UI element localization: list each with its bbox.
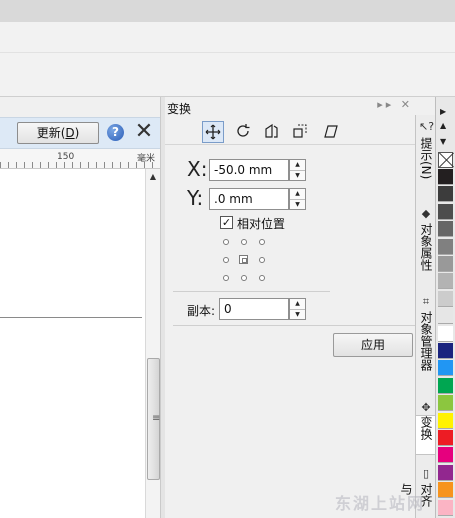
object-manager-icon: ⌗ bbox=[422, 295, 430, 308]
color-swatch[interactable] bbox=[438, 308, 453, 325]
drawing-canvas[interactable] bbox=[0, 169, 145, 518]
anchor-center[interactable] bbox=[239, 255, 248, 264]
object-properties-icon: ◆ bbox=[421, 207, 431, 220]
title-bar bbox=[0, 0, 455, 22]
anchor-top-center[interactable] bbox=[241, 239, 247, 245]
ruler-ticks bbox=[0, 162, 160, 168]
tab-hints[interactable]: 提示(N) bbox=[416, 137, 436, 199]
anchor-bottom-center[interactable] bbox=[241, 275, 247, 281]
y-axis-label: Y: bbox=[187, 186, 204, 210]
anchor-middle-left[interactable] bbox=[223, 257, 229, 263]
color-swatch[interactable] bbox=[438, 343, 453, 359]
rotate-icon[interactable] bbox=[232, 121, 254, 143]
color-swatch[interactable] bbox=[438, 273, 453, 290]
relative-position-label: 相对位置 bbox=[237, 217, 286, 231]
docker-window-controls[interactable]: ▸▸ ✕ bbox=[377, 98, 413, 111]
close-icon[interactable]: ✕ bbox=[133, 120, 155, 144]
copies-input[interactable]: 0 bbox=[219, 298, 289, 320]
horizontal-ruler[interactable] bbox=[0, 149, 160, 169]
copies-spin-down-icon[interactable]: ▼ bbox=[290, 309, 305, 319]
color-swatch[interactable] bbox=[438, 325, 453, 342]
color-swatch[interactable] bbox=[438, 395, 453, 412]
color-swatch[interactable] bbox=[438, 499, 453, 516]
color-swatch[interactable] bbox=[438, 482, 453, 499]
position-icon[interactable] bbox=[202, 121, 224, 143]
x-axis-label: X: bbox=[187, 157, 208, 181]
color-swatch[interactable] bbox=[438, 203, 453, 220]
x-spin-up-icon[interactable]: ▲ bbox=[290, 160, 305, 170]
y-spinner[interactable]: ▲ ▼ bbox=[289, 188, 306, 210]
update-button-label: 更新( bbox=[36, 126, 66, 140]
color-swatch[interactable] bbox=[438, 377, 453, 394]
update-button-accesskey: D bbox=[65, 126, 75, 140]
scroll-up-arrow-icon[interactable]: ▲ bbox=[147, 171, 159, 183]
docker-title: 变换 bbox=[167, 102, 192, 116]
skew-icon[interactable] bbox=[320, 121, 342, 143]
copies-spin-up-icon[interactable]: ▲ bbox=[290, 299, 305, 309]
color-palette: ▶ ▲ ▼ bbox=[435, 97, 455, 518]
relative-position-checkbox[interactable]: ✓ bbox=[220, 216, 233, 229]
anchor-bottom-left[interactable] bbox=[223, 275, 229, 281]
tab-object-manager[interactable]: 对象管理器 bbox=[416, 311, 436, 385]
update-button[interactable]: 更新(D) bbox=[17, 122, 99, 144]
tab-transform[interactable]: 变换 bbox=[416, 415, 436, 455]
tab-object-properties[interactable]: 对象属性 bbox=[416, 223, 436, 283]
apply-button[interactable]: 应用 bbox=[333, 333, 413, 357]
align-icon: ▯ bbox=[422, 467, 430, 480]
color-swatch[interactable] bbox=[438, 290, 453, 307]
color-swatch[interactable] bbox=[438, 360, 453, 377]
color-swatch[interactable] bbox=[438, 169, 453, 185]
color-swatch[interactable] bbox=[438, 238, 453, 255]
no-color-swatch[interactable] bbox=[438, 152, 453, 168]
copies-label: 副本: bbox=[187, 304, 216, 318]
x-position-input[interactable]: -50.0 mm bbox=[209, 159, 289, 181]
color-swatch[interactable] bbox=[438, 256, 453, 272]
scale-mirror-icon[interactable] bbox=[260, 121, 282, 143]
help-icon[interactable]: ? bbox=[107, 124, 124, 141]
color-swatch[interactable] bbox=[438, 221, 453, 238]
size-icon[interactable] bbox=[289, 121, 311, 143]
scrollbar-thumb[interactable]: ≡ bbox=[147, 358, 160, 480]
toolbar-area bbox=[0, 22, 455, 97]
watermark: 东湖上站网 bbox=[335, 494, 426, 513]
anchor-bottom-right[interactable] bbox=[259, 275, 265, 281]
toolbar-divider bbox=[0, 52, 455, 53]
palette-scroll-up-icon[interactable]: ▶ bbox=[440, 107, 446, 116]
x-spinner[interactable]: ▲ ▼ bbox=[289, 159, 306, 181]
y-position-input[interactable]: .0 mm bbox=[209, 188, 289, 210]
hint-icon: ↖? bbox=[419, 120, 435, 133]
ruler-unit-label: 毫米 bbox=[137, 154, 156, 164]
anchor-top-left[interactable] bbox=[223, 239, 229, 245]
palette-flyout-icon[interactable]: ▲ bbox=[440, 121, 446, 130]
transform-icon: ✥ bbox=[421, 401, 431, 414]
color-swatch[interactable] bbox=[438, 464, 453, 481]
ruler-tick-label: 150 bbox=[57, 152, 75, 162]
y-spin-up-icon[interactable]: ▲ bbox=[290, 189, 305, 199]
vertical-scrollbar[interactable]: ▲ ≡ bbox=[145, 169, 160, 518]
color-swatch[interactable] bbox=[438, 186, 453, 203]
divider bbox=[173, 325, 415, 326]
page-border bbox=[0, 317, 142, 318]
anchor-middle-right[interactable] bbox=[259, 257, 265, 263]
divider bbox=[173, 291, 330, 292]
color-swatch[interactable] bbox=[438, 430, 453, 446]
color-swatch[interactable] bbox=[438, 447, 453, 464]
anchor-top-right[interactable] bbox=[259, 239, 265, 245]
x-spin-down-icon[interactable]: ▼ bbox=[290, 170, 305, 180]
y-spin-down-icon[interactable]: ▼ bbox=[290, 199, 305, 209]
update-button-paren: ) bbox=[74, 126, 80, 140]
color-swatch[interactable] bbox=[438, 412, 453, 429]
docker-tabs: ↖? 提示(N) ◆ 对象属性 ⌗ 对象管理器 ✥ 变换 ▯ 对齐与 bbox=[399, 115, 436, 518]
copies-spinner[interactable]: ▲ ▼ bbox=[289, 298, 306, 320]
palette-scroll-down-icon[interactable]: ▼ bbox=[440, 137, 446, 146]
transform-docker: 变换 ▸▸ ✕ X: -50.0 mm ▲ ▼ Y: .0 mm ▲ ▼ ✓ 相对位… bbox=[165, 97, 415, 518]
